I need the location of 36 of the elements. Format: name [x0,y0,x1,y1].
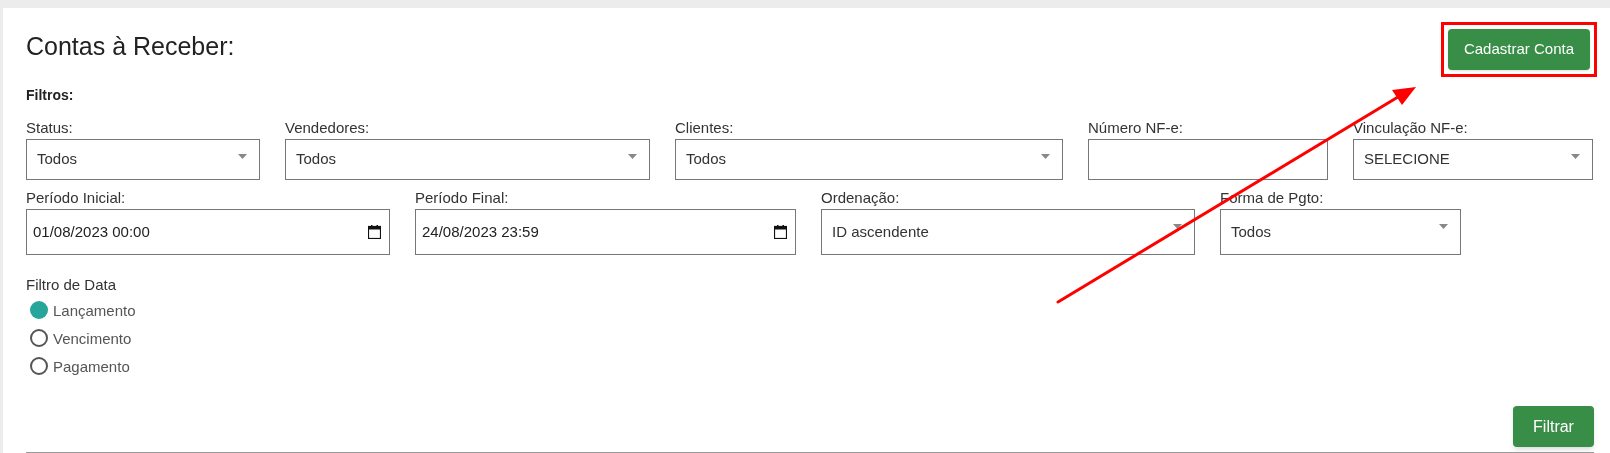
radio-option[interactable]: Pagamento [30,356,1610,376]
dropdown-caret-icon [1571,154,1580,159]
datetime-field[interactable]: 24/08/2023 23:59 [415,209,796,255]
radio-option[interactable]: Vencimento [30,328,1610,348]
field-label: Clientes: [675,119,735,137]
register-account-button[interactable]: Cadastrar Conta [1447,29,1590,70]
dropdown[interactable]: Todos [675,139,1063,180]
calendar-icon[interactable] [774,225,787,239]
field-label: Período Inicial: [26,189,127,207]
field-label: Ordenação: [821,189,901,207]
calendar-icon[interactable] [368,225,381,239]
dropdown-caret-icon [1439,224,1448,229]
radio-button[interactable] [30,357,48,375]
dropdown-caret-icon [628,154,637,159]
dropdown[interactable]: Todos [285,139,650,180]
radio-button[interactable] [30,329,48,347]
field-label: Período Final: [415,189,510,207]
page-title: Contas à Receber: [26,31,235,62]
field-label: Vinculação NF-e: [1353,119,1469,137]
field-label: Vendedores: [285,119,371,137]
dropdown-caret-icon [238,154,247,159]
filters-heading: Filtros: [26,86,75,105]
dropdown[interactable]: Todos [26,139,260,180]
radio-option[interactable]: Lançamento [30,300,1610,320]
field-label: Número NF-e: [1088,119,1185,137]
dropdown[interactable]: ID ascendente [821,209,1195,255]
dropdown-caret-icon [1041,154,1050,159]
input-field[interactable] [1088,139,1328,180]
dropdown[interactable]: SELECIONE [1353,139,1593,180]
filter-button[interactable]: Filtrar [1513,406,1594,447]
dropdown-caret-icon [1173,224,1182,229]
field-label: Status: [26,119,74,137]
dropdown[interactable]: Todos [1220,209,1461,255]
date-filter-label: Filtro de Data [26,275,118,295]
datetime-field[interactable]: 01/08/2023 00:00 [26,209,390,255]
radio-button[interactable] [30,301,48,319]
